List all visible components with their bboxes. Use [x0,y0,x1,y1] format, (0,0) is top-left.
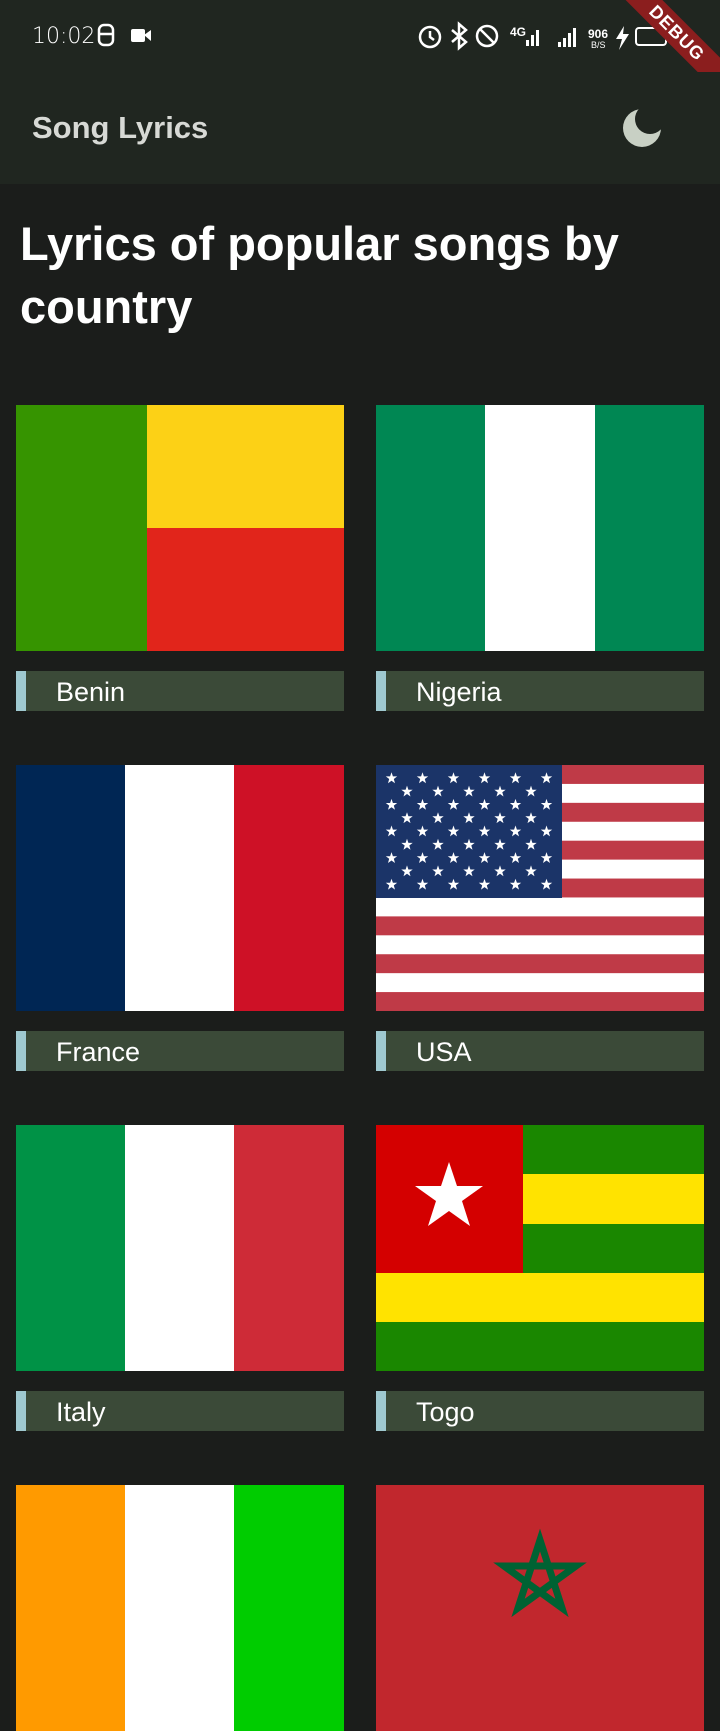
country-label-bar: USA [376,1031,704,1071]
country-name: France [56,1037,141,1067]
face-icon [97,23,115,47]
label-accent [16,1391,26,1431]
country-card-benin[interactable]: Benin [16,405,344,711]
country-card-france[interactable]: France [16,765,344,1071]
app-title: Song Lyrics [32,110,209,145]
italy-flag [16,1125,344,1371]
country-card-italy[interactable]: Italy [16,1125,344,1431]
label-accent [376,1031,386,1071]
label-accent [376,1391,386,1431]
label-accent [376,671,386,711]
bluetooth-icon [451,21,468,51]
togo-flag [376,1125,704,1371]
morocco-flag [376,1485,704,1731]
country-card-morocco[interactable] [376,1485,704,1731]
country-card-cote-divoire[interactable] [16,1485,344,1731]
status-icons-right: 4G 906 B/S [418,21,667,51]
cote-divoire-flag [16,1485,344,1731]
signal-icon [558,28,576,47]
status-time: 10:02 [32,24,96,49]
speed-unit: B/S [591,40,606,50]
country-card-nigeria[interactable]: Nigeria [376,405,704,711]
do-not-disturb-icon [475,24,499,48]
country-name: Togo [416,1397,475,1427]
signal-icon [526,30,539,46]
nigeria-flag [376,405,704,651]
country-card-togo[interactable]: Togo [376,1125,704,1431]
speed-value: 906 [588,27,608,41]
country-label-bar: Italy [16,1391,344,1431]
benin-flag [16,405,344,651]
flag-stripe [376,916,704,936]
charging-icon [616,26,629,50]
country-name: Italy [56,1397,106,1427]
country-name: Benin [56,677,126,707]
page-heading: Lyrics of popular songs by country [20,217,619,333]
label-accent [16,1031,26,1071]
app-bar: Song Lyrics [0,72,720,184]
alarm-icon [418,25,442,49]
theme-toggle-button[interactable] [620,106,664,150]
network-label: 4G [510,25,526,39]
usa-flag [376,765,704,1011]
country-label-bar: Benin [16,671,344,711]
status-bar: 10:02 4G 906 B/S DEBUG [0,0,720,103]
country-label-bar: Togo [376,1391,704,1431]
france-flag [16,765,344,1011]
label-accent [16,671,26,711]
country-name: USA [416,1037,472,1067]
country-card-usa[interactable]: USA [376,765,704,1071]
video-camera-icon [131,29,151,42]
flag-stripe [376,954,704,974]
country-label-bar: Nigeria [376,671,704,711]
status-icons-left [97,23,151,47]
country-label-bar: France [16,1031,344,1071]
flag-stripe [376,992,704,1011]
moon-icon [623,109,661,147]
country-name: Nigeria [416,677,502,707]
